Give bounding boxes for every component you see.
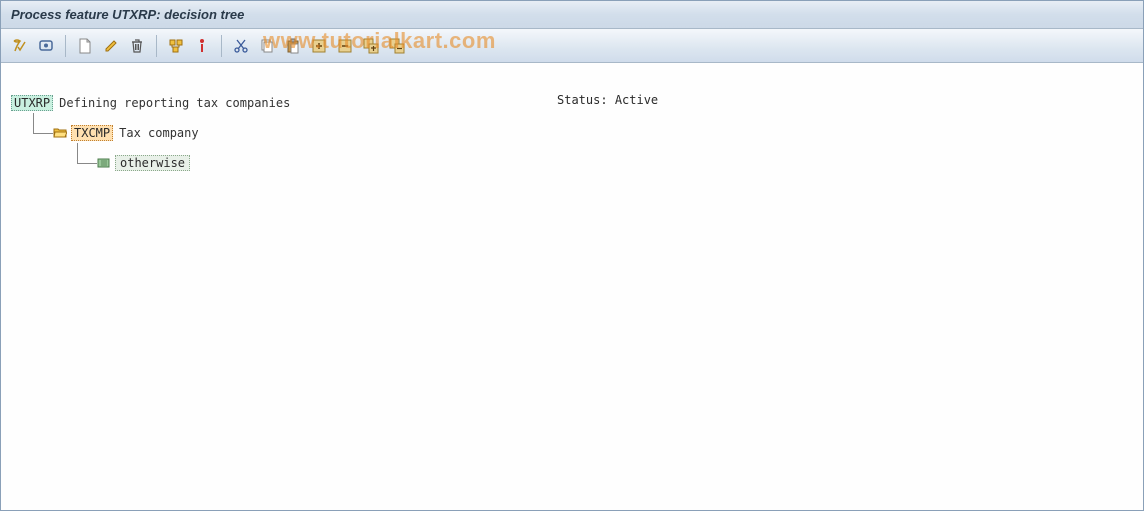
page-title: Process feature UTXRP: decision tree (11, 7, 244, 22)
check-button[interactable] (9, 35, 31, 57)
tree-child-row[interactable]: TXCMP Tax company (25, 123, 1133, 143)
change-button[interactable] (100, 35, 122, 57)
expand-button[interactable] (308, 35, 330, 57)
content-area: Status: Active UTXRP Defining reporting … (1, 63, 1143, 510)
toolbar-separator (65, 35, 66, 57)
status-text: Status: Active (557, 93, 658, 107)
title-bar: Process feature UTXRP: decision tree (1, 1, 1143, 29)
toolbar-separator (156, 35, 157, 57)
folder-closed-icon (97, 157, 111, 169)
tree-child-code: TXCMP (71, 125, 113, 141)
tree-connector (69, 153, 97, 173)
folder-open-icon (53, 127, 67, 139)
delete-button[interactable] (126, 35, 148, 57)
collapse-all-button[interactable] (386, 35, 408, 57)
info-button[interactable] (191, 35, 213, 57)
display-button[interactable] (35, 35, 57, 57)
status-label: Status: (557, 93, 608, 107)
toolbar: www.tutorialkart.com (1, 29, 1143, 63)
status-value: Active (615, 93, 658, 107)
tree-child-label: Tax company (119, 126, 198, 140)
tree-root-code: UTXRP (11, 95, 53, 111)
create-button[interactable] (74, 35, 96, 57)
collapse-button[interactable] (334, 35, 356, 57)
where-used-button[interactable] (165, 35, 187, 57)
expand-all-button[interactable] (360, 35, 382, 57)
tree-leaf-label: otherwise (115, 155, 190, 171)
toolbar-separator (221, 35, 222, 57)
cut-button[interactable] (230, 35, 252, 57)
paste-button[interactable] (282, 35, 304, 57)
tree-root-label: Defining reporting tax companies (59, 96, 290, 110)
tree-connector (25, 123, 53, 143)
copy-button[interactable] (256, 35, 278, 57)
tree-leaf-row[interactable]: otherwise (69, 153, 1133, 173)
